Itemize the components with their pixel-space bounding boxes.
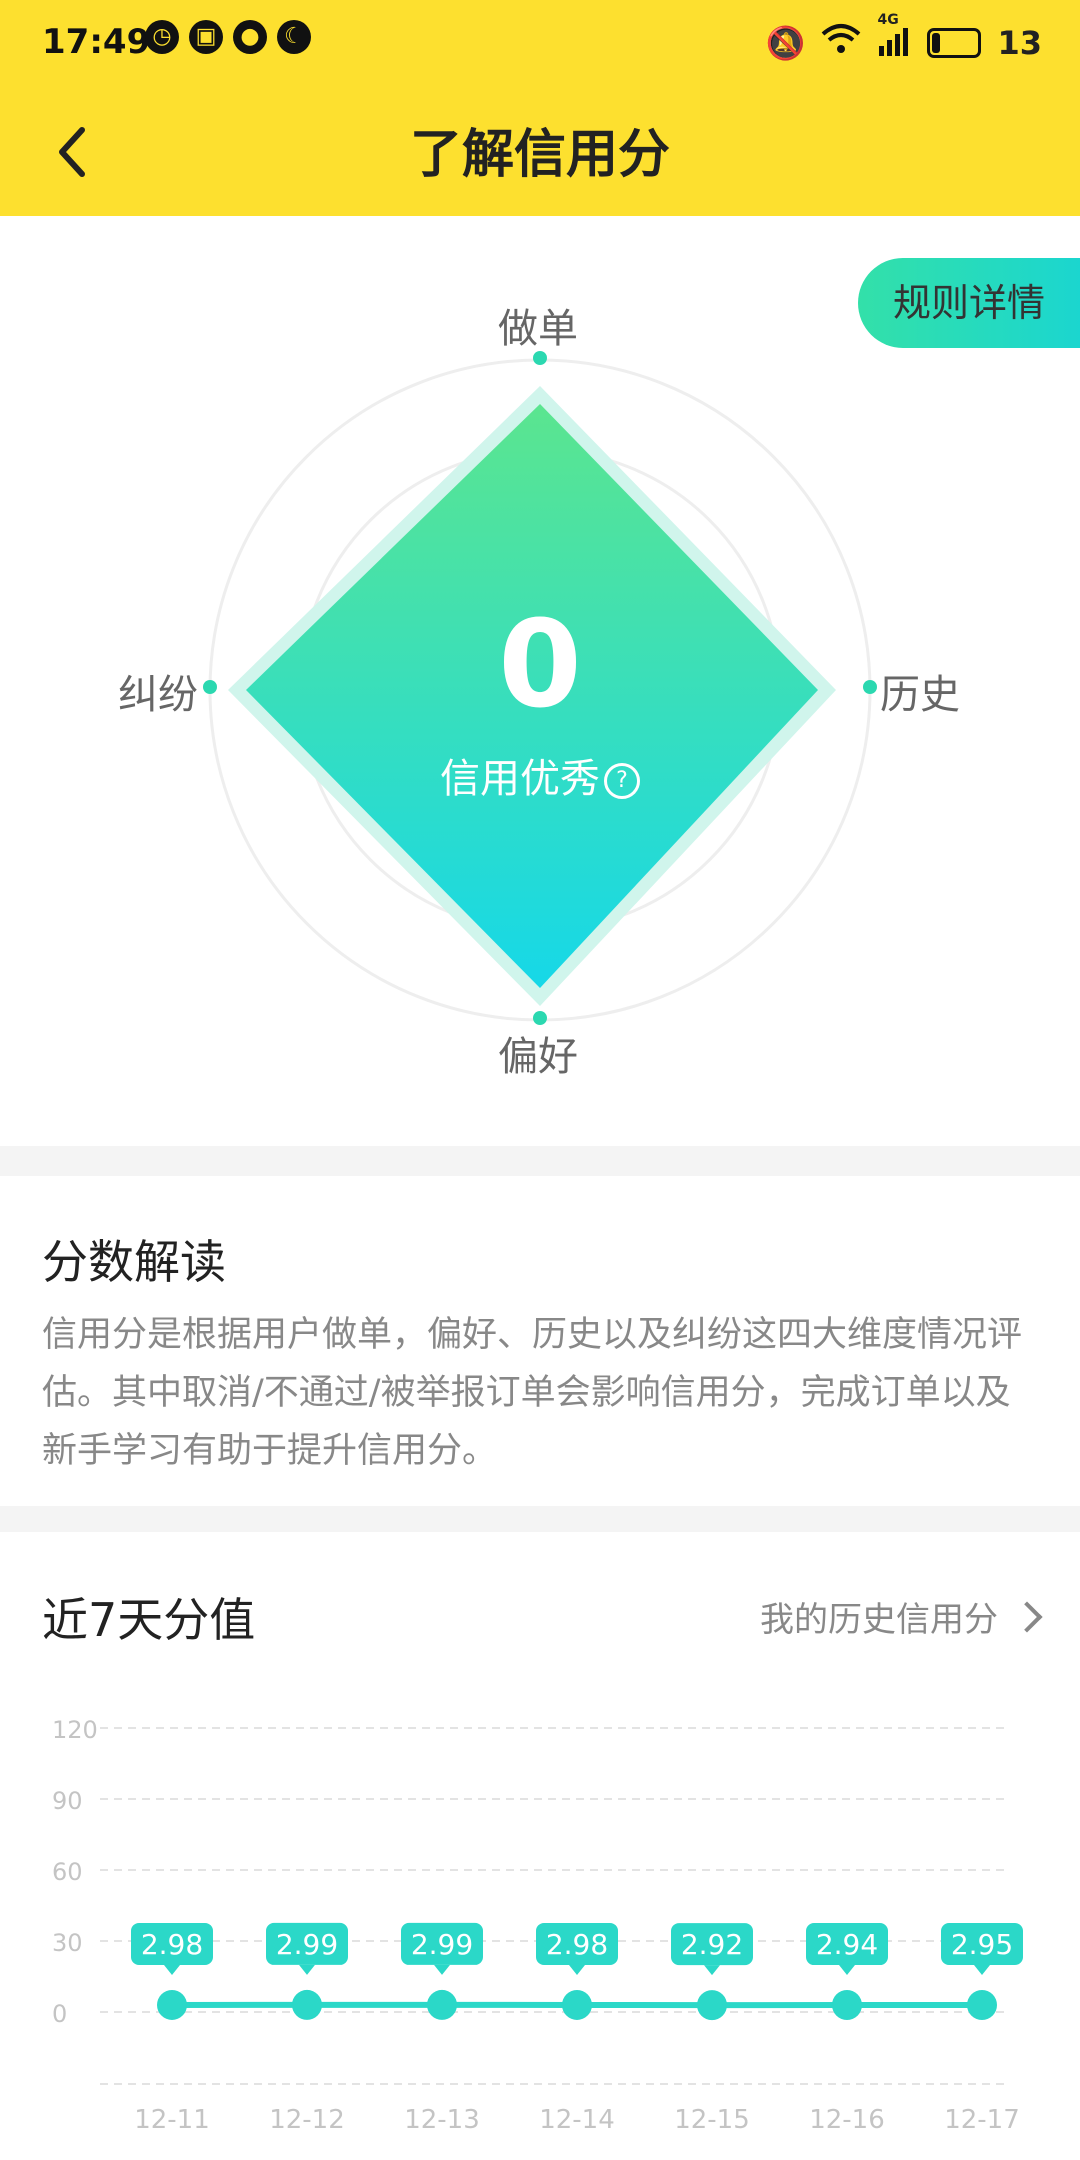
axis-dot-left bbox=[203, 680, 217, 694]
mute-icon: 🔕 bbox=[765, 24, 806, 62]
data-label: 2.92 bbox=[681, 1928, 743, 1961]
credit-score: 0 bbox=[498, 596, 582, 735]
battery-icon bbox=[927, 28, 982, 58]
data-label-pointer bbox=[299, 1964, 315, 1975]
explain-text: 信用分是根据用户做单，偏好、历史以及纠纷这四大维度情况评估。其中取消/不通过/被… bbox=[42, 1315, 1023, 1471]
status-right: 🔕 4G 13 bbox=[765, 12, 1042, 64]
status-notification-icons: ◷ ▣ ● ☾ bbox=[145, 20, 311, 54]
data-label-pointer bbox=[974, 1965, 990, 1976]
data-label: 2.98 bbox=[141, 1928, 203, 1961]
data-point bbox=[157, 1989, 187, 2020]
y-tick-label: 60 bbox=[52, 1858, 83, 1886]
y-tick-label: 0 bbox=[52, 2000, 67, 2028]
explain-title: 分数解读 bbox=[42, 1235, 226, 1289]
x-tick-label: 12-16 bbox=[809, 2105, 885, 2135]
credit-level[interactable]: 信用优秀? bbox=[390, 746, 690, 804]
help-icon[interactable]: ? bbox=[604, 763, 640, 799]
status-time: 17:49 bbox=[42, 22, 151, 62]
data-label-pointer bbox=[164, 1964, 180, 1975]
axis-label-left: 纠纷 bbox=[118, 672, 198, 718]
signal-icon: 4G bbox=[877, 12, 911, 61]
status-bar: 17:49 ◷ ▣ ● ☾ 🔕 4G 13 bbox=[0, 0, 1080, 90]
rule-details-button[interactable]: 规则详情 bbox=[858, 258, 1080, 348]
data-label-pointer bbox=[434, 1964, 450, 1975]
data-point bbox=[292, 1989, 322, 2020]
data-label-pointer bbox=[704, 1965, 720, 1976]
data-label: 2.98 bbox=[546, 1928, 608, 1961]
data-label: 2.95 bbox=[951, 1928, 1013, 1961]
battery-level: 13 bbox=[997, 24, 1042, 62]
y-tick-label: 30 bbox=[52, 1929, 83, 1957]
page-title: 了解信用分 bbox=[409, 125, 670, 185]
network-type: 4G bbox=[877, 11, 899, 28]
data-point bbox=[967, 1990, 997, 2021]
recent-score-card: 近7天分值 我的历史信用分 0 30 60 90 120 2.98 12-11 2.99 12-… bbox=[0, 1532, 1080, 2160]
nav-bar: 了解信用分 bbox=[0, 90, 1080, 216]
credit-level-label: 信用优秀 bbox=[440, 756, 600, 802]
alarm-icon: ◷ bbox=[145, 20, 179, 54]
axis-label-top: 做单 bbox=[498, 306, 578, 352]
y-tick-label: 90 bbox=[52, 1787, 83, 1815]
data-label: 2.99 bbox=[411, 1928, 473, 1961]
x-tick-label: 12-13 bbox=[404, 2105, 480, 2135]
data-label-pointer bbox=[839, 1965, 855, 1976]
moon-icon: ☾ bbox=[277, 20, 311, 54]
radar-card: 规则详情 做单 历史 偏好 纠纷 0 信用优秀? bbox=[0, 216, 1080, 1146]
data-point bbox=[562, 1989, 592, 2020]
data-label-pointer bbox=[569, 1964, 585, 1975]
x-tick-label: 12-11 bbox=[134, 2105, 210, 2135]
line-chart: 0 30 60 90 120 2.98 12-11 2.99 12-12 2.99 12-13 2.9… bbox=[52, 1716, 1023, 2135]
wifi-icon bbox=[821, 22, 861, 64]
message-icon: ● bbox=[233, 20, 267, 54]
data-label: 2.94 bbox=[816, 1928, 878, 1961]
y-tick-label: 120 bbox=[52, 1716, 98, 1744]
axis-dot-right bbox=[863, 680, 877, 694]
axis-label-right: 历史 bbox=[880, 672, 960, 718]
data-point bbox=[832, 1990, 862, 2021]
x-tick-label: 12-12 bbox=[269, 2105, 345, 2135]
x-tick-label: 12-17 bbox=[944, 2105, 1020, 2135]
axis-label-bottom: 偏好 bbox=[498, 1034, 578, 1080]
data-label: 2.99 bbox=[276, 1928, 338, 1961]
axis-dot-bottom bbox=[533, 1011, 547, 1025]
x-tick-label: 12-15 bbox=[674, 2105, 750, 2135]
top-bar: 17:49 ◷ ▣ ● ☾ 🔕 4G 13 了解信用分 bbox=[0, 0, 1080, 216]
app-notification-icon: ▣ bbox=[189, 20, 223, 54]
score-explain-card: 分数解读 信用分是根据用户做单，偏好、历史以及纠纷这四大维度情况评估。其中取消/… bbox=[0, 1176, 1080, 1506]
data-point bbox=[697, 1990, 727, 2021]
data-point bbox=[427, 1989, 457, 2020]
x-tick-label: 12-14 bbox=[539, 2105, 615, 2135]
